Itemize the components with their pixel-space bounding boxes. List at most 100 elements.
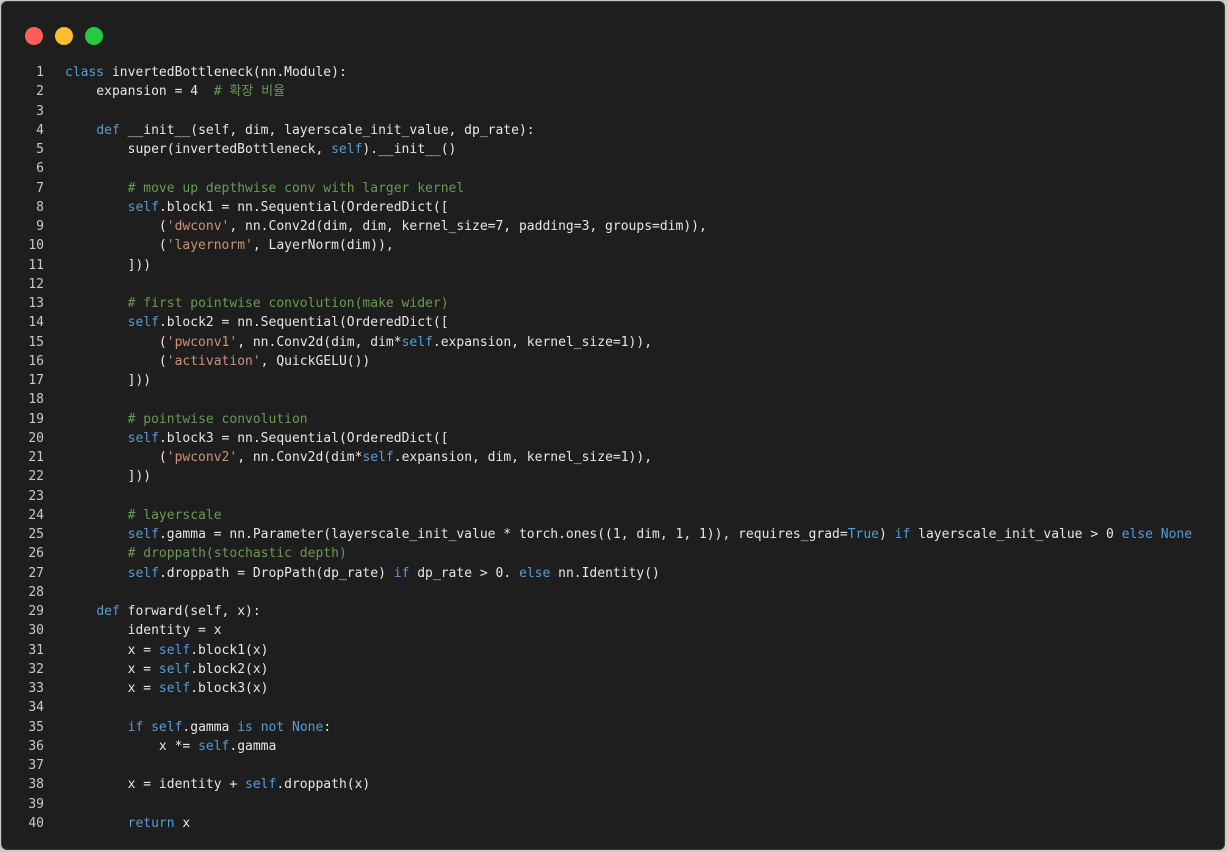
line-number: 34 — [28, 700, 44, 716]
line-number: 19 — [28, 411, 44, 427]
code-line: 15 ('pwconv1', nn.Conv2d(dim, dim*self.e… — [2, 333, 1224, 352]
keyword-token: True — [847, 527, 879, 542]
line-number: 12 — [28, 276, 44, 292]
code-token: , LayerNorm(dim)), — [252, 238, 394, 254]
line-content: identity = x — [65, 621, 222, 640]
line-number: 15 — [28, 334, 44, 350]
keyword-token: if — [127, 719, 144, 735]
code-line: 29 def forward(self, x): — [2, 602, 1224, 621]
code-token: : — [323, 719, 332, 735]
code-line: 22 ])) — [2, 467, 1224, 486]
code-token: .expansion, dim, kernel_size=1)), — [393, 450, 653, 465]
line-number: 39 — [28, 796, 44, 812]
line-number: 24 — [28, 507, 44, 523]
comment-token: # move up depthwise conv with larger ker… — [127, 180, 465, 196]
line-content: # pointwise convolution — [65, 410, 308, 429]
code-line: 6 — [2, 159, 1224, 178]
comment-token: # 확장 비율 — [213, 84, 286, 100]
code-token: .gamma = nn.Parameter(layerscale_init_va… — [158, 527, 848, 542]
line-content: x *= self.gamma — [65, 737, 276, 756]
keyword-token: is — [237, 719, 253, 735]
line-number: 6 — [36, 161, 44, 177]
code-token: , QuickGELU()) — [260, 353, 371, 369]
line-content: # first pointwise convolution(make wider… — [65, 294, 449, 313]
line-number: 29 — [28, 604, 44, 619]
zoom-window-button[interactable] — [85, 27, 103, 45]
code-line: 33 x = self.block3(x) — [2, 679, 1224, 698]
code-token: invertedBottleneck(nn.Module): — [104, 65, 347, 80]
code-token: expansion = 4 — [65, 84, 214, 100]
line-content: ])) — [65, 371, 151, 390]
code-line: 37 — [2, 756, 1224, 775]
line-number: 32 — [28, 661, 44, 677]
keyword-token: self — [158, 661, 191, 677]
keyword-token: return — [127, 815, 175, 831]
line-number: 30 — [28, 623, 44, 639]
code-token: x *= — [65, 738, 199, 754]
line-content: ('pwconv2', nn.Conv2d(dim*self.expansion… — [65, 448, 652, 467]
keyword-token: self — [158, 642, 191, 658]
line-number: 20 — [28, 430, 44, 446]
code-token: ).__init__() — [362, 142, 457, 157]
line-content: # move up depthwise conv with larger ker… — [65, 179, 465, 198]
line-content: expansion = 4 # 확장 비율 — [65, 82, 285, 101]
line-content: self.block2 = nn.Sequential(OrderedDict(… — [65, 313, 449, 332]
line-content: x = self.block1(x) — [65, 641, 269, 660]
line-number: 4 — [36, 122, 44, 138]
code-token: x = identity + — [65, 777, 246, 793]
code-line: 16 ('activation', QuickGELU()) — [2, 352, 1224, 371]
code-line: 7 # move up depthwise conv with larger k… — [2, 179, 1224, 198]
code-token: .block2 = nn.Sequential(OrderedDict([ — [158, 315, 449, 331]
line-content: ])) — [65, 256, 151, 275]
line-number: 23 — [28, 488, 44, 504]
string-token: 'pwconv2' — [166, 450, 238, 465]
code-token: .block3(x) — [190, 681, 269, 696]
code-line: 2 expansion = 4 # 확장 비율 — [2, 82, 1224, 101]
line-content: ('layernorm', LayerNorm(dim)), — [65, 236, 394, 255]
line-number: 8 — [36, 199, 44, 215]
close-window-button[interactable] — [25, 27, 43, 45]
line-number: 27 — [28, 565, 44, 581]
string-token: 'pwconv1' — [166, 334, 238, 350]
code-line: 24 # layerscale — [2, 506, 1224, 525]
code-line: 39 — [2, 795, 1224, 814]
line-content: def forward(self, x): — [65, 602, 260, 621]
code-token: x — [174, 815, 191, 831]
line-number: 35 — [28, 719, 44, 735]
minimize-window-button[interactable] — [55, 27, 73, 45]
comment-token: # layerscale — [127, 507, 222, 523]
code-line: 35 if self.gamma is not None: — [2, 718, 1224, 737]
code-line: 9 ('dwconv', nn.Conv2d(dim, dim, kernel_… — [2, 217, 1224, 236]
line-number: 16 — [28, 353, 44, 369]
code-token: .block1(x) — [190, 642, 269, 658]
line-number: 22 — [28, 469, 44, 485]
code-editor[interactable]: 1 class invertedBottleneck(nn.Module): 2 e… — [2, 63, 1224, 833]
code-line: 14 self.block2 = nn.Sequential(OrderedDi… — [2, 313, 1224, 332]
code-line: 12 — [2, 275, 1224, 294]
code-token: ( — [65, 238, 167, 254]
code-token: .droppath = DropPath(dp_rate) — [158, 565, 394, 581]
line-number: 7 — [36, 180, 44, 196]
line-number: 33 — [28, 681, 44, 696]
string-token: 'activation' — [166, 353, 261, 369]
line-number: 10 — [28, 238, 44, 254]
line-content: x = self.block3(x) — [65, 679, 269, 698]
code-token: .block3 = nn.Sequential(OrderedDict([ — [158, 430, 449, 446]
keyword-token: self — [245, 777, 277, 793]
keyword-token: if — [393, 565, 410, 581]
line-content: ('activation', QuickGELU()) — [65, 352, 370, 371]
line-content: self.gamma = nn.Parameter(layerscale_ini… — [65, 525, 1192, 544]
code-line: 10 ('layernorm', LayerNorm(dim)), — [2, 236, 1224, 255]
keyword-token: self — [127, 527, 159, 542]
keyword-token: self — [331, 142, 363, 157]
title-bar — [2, 2, 1224, 62]
keyword-token: self — [362, 450, 394, 465]
keyword-token: None — [1160, 527, 1193, 542]
